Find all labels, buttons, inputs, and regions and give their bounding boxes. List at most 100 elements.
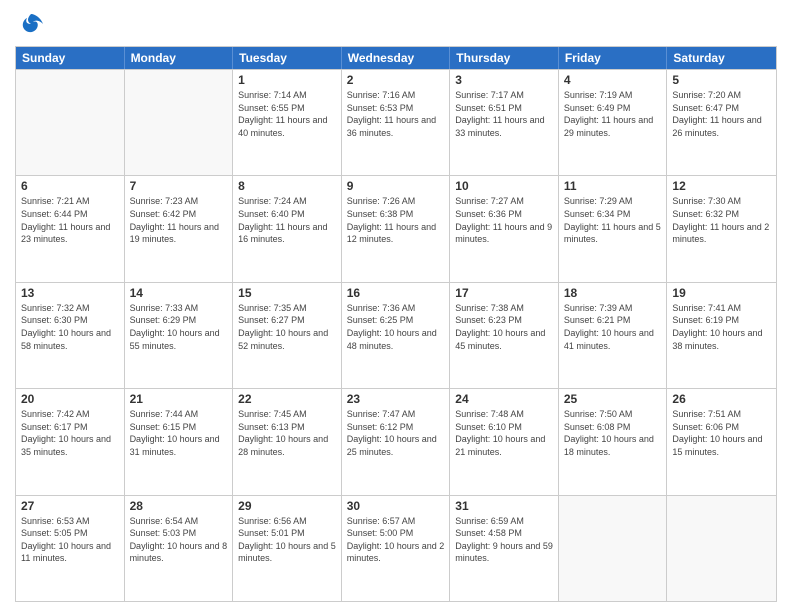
day-number: 28 (130, 499, 228, 513)
day-info: Sunrise: 7:45 AM Sunset: 6:13 PM Dayligh… (238, 408, 336, 458)
day-number: 26 (672, 392, 771, 406)
calendar-cell-r1c0: 6 Sunrise: 7:21 AM Sunset: 6:44 PM Daylig… (16, 176, 125, 281)
calendar-cell-r4c4: 31 Sunrise: 6:59 AM Sunset: 4:58 PM Dayli… (450, 496, 559, 601)
day-info: Sunrise: 7:35 AM Sunset: 6:27 PM Dayligh… (238, 302, 336, 352)
day-number: 13 (21, 286, 119, 300)
calendar-cell-r1c3: 9 Sunrise: 7:26 AM Sunset: 6:38 PM Daylig… (342, 176, 451, 281)
calendar-cell-r4c6 (667, 496, 776, 601)
calendar-header-tuesday: Tuesday (233, 47, 342, 69)
calendar-cell-r4c1: 28 Sunrise: 6:54 AM Sunset: 5:03 PM Dayli… (125, 496, 234, 601)
calendar-cell-r1c4: 10 Sunrise: 7:27 AM Sunset: 6:36 PM Dayli… (450, 176, 559, 281)
day-number: 6 (21, 179, 119, 193)
day-info: Sunrise: 7:47 AM Sunset: 6:12 PM Dayligh… (347, 408, 445, 458)
day-number: 2 (347, 73, 445, 87)
day-info: Sunrise: 7:29 AM Sunset: 6:34 PM Dayligh… (564, 195, 662, 245)
calendar-cell-r3c1: 21 Sunrise: 7:44 AM Sunset: 6:15 PM Dayli… (125, 389, 234, 494)
calendar: SundayMondayTuesdayWednesdayThursdayFrid… (15, 46, 777, 602)
day-number: 15 (238, 286, 336, 300)
day-info: Sunrise: 7:36 AM Sunset: 6:25 PM Dayligh… (347, 302, 445, 352)
day-number: 14 (130, 286, 228, 300)
day-info: Sunrise: 6:54 AM Sunset: 5:03 PM Dayligh… (130, 515, 228, 565)
calendar-cell-r2c2: 15 Sunrise: 7:35 AM Sunset: 6:27 PM Dayli… (233, 283, 342, 388)
calendar-cell-r4c0: 27Sunrise: 6:53 AM Sunset: 5:05 PM Dayli… (16, 496, 125, 601)
calendar-cell-r3c4: 24 Sunrise: 7:48 AM Sunset: 6:10 PM Dayli… (450, 389, 559, 494)
day-info: Sunrise: 7:19 AM Sunset: 6:49 PM Dayligh… (564, 89, 662, 139)
day-info: Sunrise: 6:59 AM Sunset: 4:58 PM Dayligh… (455, 515, 553, 565)
day-number: 19 (672, 286, 771, 300)
calendar-cell-r0c2: 1Sunrise: 7:14 AM Sunset: 6:55 PM Daylig… (233, 70, 342, 175)
logo-bird-icon (17, 10, 45, 38)
calendar-header-row: SundayMondayTuesdayWednesdayThursdayFrid… (16, 47, 776, 69)
calendar-row-3: 20 Sunrise: 7:42 AM Sunset: 6:17 PM Dayli… (16, 388, 776, 494)
day-number: 29 (238, 499, 336, 513)
day-info: Sunrise: 7:39 AM Sunset: 6:21 PM Dayligh… (564, 302, 662, 352)
day-info: Sunrise: 7:50 AM Sunset: 6:08 PM Dayligh… (564, 408, 662, 458)
calendar-header-sunday: Sunday (16, 47, 125, 69)
day-number: 23 (347, 392, 445, 406)
day-number: 30 (347, 499, 445, 513)
day-info: Sunrise: 7:38 AM Sunset: 6:23 PM Dayligh… (455, 302, 553, 352)
day-number: 4 (564, 73, 662, 87)
day-number: 12 (672, 179, 771, 193)
calendar-body: 1Sunrise: 7:14 AM Sunset: 6:55 PM Daylig… (16, 69, 776, 601)
day-info: Sunrise: 7:16 AM Sunset: 6:53 PM Dayligh… (347, 89, 445, 139)
day-number: 22 (238, 392, 336, 406)
calendar-cell-r2c1: 14 Sunrise: 7:33 AM Sunset: 6:29 PM Dayli… (125, 283, 234, 388)
day-info: Sunrise: 7:24 AM Sunset: 6:40 PM Dayligh… (238, 195, 336, 245)
calendar-header-friday: Friday (559, 47, 668, 69)
day-info: Sunrise: 7:21 AM Sunset: 6:44 PM Dayligh… (21, 195, 119, 245)
calendar-cell-r3c2: 22 Sunrise: 7:45 AM Sunset: 6:13 PM Dayli… (233, 389, 342, 494)
calendar-cell-r0c4: 3 Sunrise: 7:17 AM Sunset: 6:51 PM Daylig… (450, 70, 559, 175)
calendar-cell-r0c1 (125, 70, 234, 175)
day-number: 3 (455, 73, 553, 87)
calendar-cell-r2c3: 16 Sunrise: 7:36 AM Sunset: 6:25 PM Dayli… (342, 283, 451, 388)
day-number: 5 (672, 73, 771, 87)
calendar-cell-r1c5: 11 Sunrise: 7:29 AM Sunset: 6:34 PM Dayli… (559, 176, 668, 281)
day-number: 10 (455, 179, 553, 193)
day-number: 17 (455, 286, 553, 300)
day-info: Sunrise: 7:27 AM Sunset: 6:36 PM Dayligh… (455, 195, 553, 245)
calendar-cell-r4c3: 30Sunrise: 6:57 AM Sunset: 5:00 PM Dayli… (342, 496, 451, 601)
calendar-cell-r2c5: 18 Sunrise: 7:39 AM Sunset: 6:21 PM Dayli… (559, 283, 668, 388)
calendar-cell-r0c5: 4 Sunrise: 7:19 AM Sunset: 6:49 PM Daylig… (559, 70, 668, 175)
day-number: 18 (564, 286, 662, 300)
day-info: Sunrise: 7:33 AM Sunset: 6:29 PM Dayligh… (130, 302, 228, 352)
day-info: Sunrise: 7:48 AM Sunset: 6:10 PM Dayligh… (455, 408, 553, 458)
calendar-header-wednesday: Wednesday (342, 47, 451, 69)
calendar-cell-r1c2: 8Sunrise: 7:24 AM Sunset: 6:40 PM Daylig… (233, 176, 342, 281)
calendar-cell-r1c1: 7 Sunrise: 7:23 AM Sunset: 6:42 PM Daylig… (125, 176, 234, 281)
page: SundayMondayTuesdayWednesdayThursdayFrid… (0, 0, 792, 612)
day-info: Sunrise: 7:41 AM Sunset: 6:19 PM Dayligh… (672, 302, 771, 352)
calendar-cell-r1c6: 12Sunrise: 7:30 AM Sunset: 6:32 PM Dayli… (667, 176, 776, 281)
calendar-cell-r3c5: 25Sunrise: 7:50 AM Sunset: 6:08 PM Dayli… (559, 389, 668, 494)
calendar-cell-r0c6: 5 Sunrise: 7:20 AM Sunset: 6:47 PM Daylig… (667, 70, 776, 175)
day-number: 21 (130, 392, 228, 406)
day-number: 11 (564, 179, 662, 193)
day-number: 9 (347, 179, 445, 193)
day-number: 27 (21, 499, 119, 513)
day-info: Sunrise: 7:23 AM Sunset: 6:42 PM Dayligh… (130, 195, 228, 245)
calendar-row-1: 6 Sunrise: 7:21 AM Sunset: 6:44 PM Daylig… (16, 175, 776, 281)
day-number: 24 (455, 392, 553, 406)
day-info: Sunrise: 7:17 AM Sunset: 6:51 PM Dayligh… (455, 89, 553, 139)
day-info: Sunrise: 7:26 AM Sunset: 6:38 PM Dayligh… (347, 195, 445, 245)
day-number: 7 (130, 179, 228, 193)
calendar-header-saturday: Saturday (667, 47, 776, 69)
calendar-cell-r3c0: 20 Sunrise: 7:42 AM Sunset: 6:17 PM Dayli… (16, 389, 125, 494)
calendar-cell-r4c5 (559, 496, 668, 601)
day-info: Sunrise: 7:51 AM Sunset: 6:06 PM Dayligh… (672, 408, 771, 458)
day-number: 31 (455, 499, 553, 513)
day-number: 16 (347, 286, 445, 300)
calendar-cell-r4c2: 29Sunrise: 6:56 AM Sunset: 5:01 PM Dayli… (233, 496, 342, 601)
day-number: 20 (21, 392, 119, 406)
calendar-cell-r3c6: 26 Sunrise: 7:51 AM Sunset: 6:06 PM Dayli… (667, 389, 776, 494)
day-info: Sunrise: 7:32 AM Sunset: 6:30 PM Dayligh… (21, 302, 119, 352)
calendar-cell-r0c3: 2 Sunrise: 7:16 AM Sunset: 6:53 PM Daylig… (342, 70, 451, 175)
day-info: Sunrise: 7:42 AM Sunset: 6:17 PM Dayligh… (21, 408, 119, 458)
day-info: Sunrise: 7:44 AM Sunset: 6:15 PM Dayligh… (130, 408, 228, 458)
calendar-cell-r0c0 (16, 70, 125, 175)
calendar-header-thursday: Thursday (450, 47, 559, 69)
day-info: Sunrise: 7:20 AM Sunset: 6:47 PM Dayligh… (672, 89, 771, 139)
calendar-cell-r2c6: 19 Sunrise: 7:41 AM Sunset: 6:19 PM Dayli… (667, 283, 776, 388)
calendar-row-4: 27Sunrise: 6:53 AM Sunset: 5:05 PM Dayli… (16, 495, 776, 601)
